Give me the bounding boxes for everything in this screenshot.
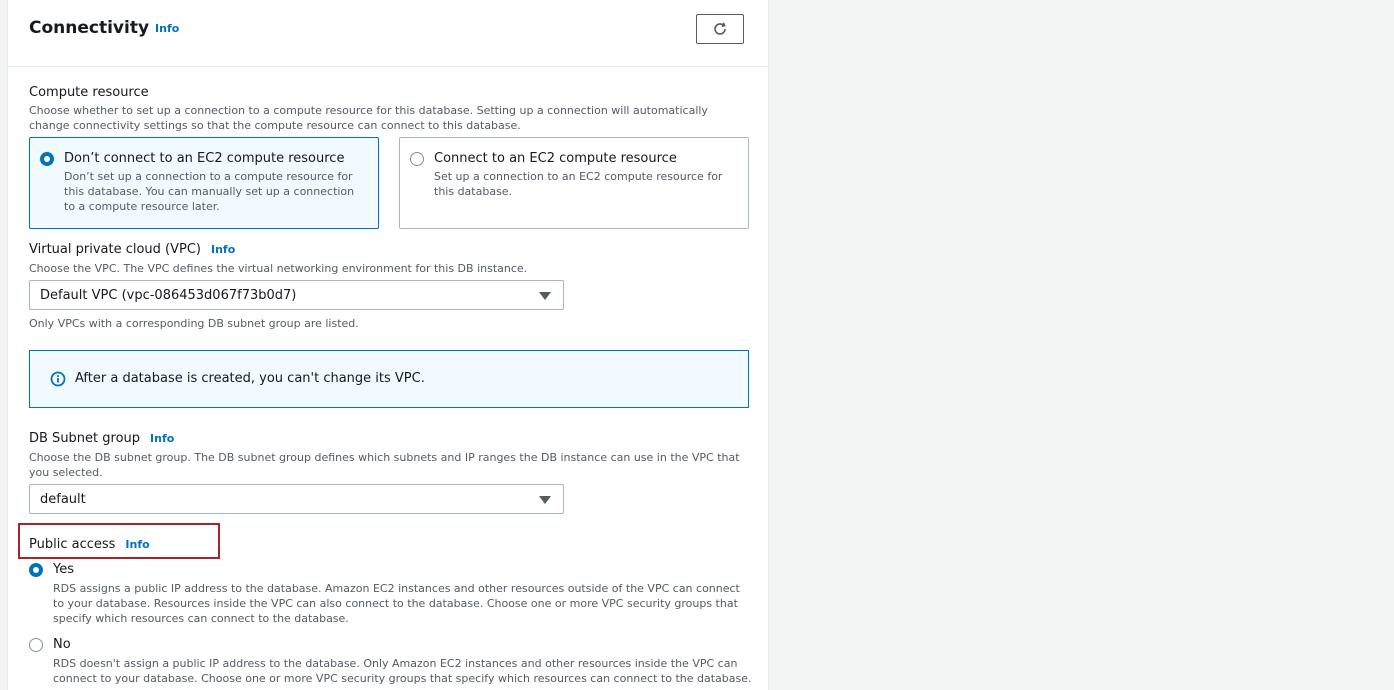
tile-no-ec2-title: Don’t connect to an EC2 compute resource	[64, 151, 345, 166]
vpc-info-alert: After a database is created, you can't c…	[29, 350, 749, 408]
vpc-info-link[interactable]: Info	[211, 243, 235, 256]
subnet-label: DB Subnet group Info	[29, 431, 174, 446]
radio-public-no[interactable]	[29, 638, 43, 652]
refresh-icon	[714, 22, 726, 35]
radio-no-ec2[interactable]	[40, 152, 54, 166]
public-access-label-text: Public access	[29, 537, 116, 552]
section-header: Connectivity Info	[8, 0, 768, 67]
vpc-select[interactable]: Default VPC (vpc-086453d067f73b0d7)	[29, 280, 564, 310]
public-yes-title[interactable]: Yes	[53, 562, 74, 577]
public-yes-description: RDS assigns a public IP address to the d…	[53, 582, 740, 625]
tile-no-ec2-description: Don’t set up a connection to a compute r…	[64, 170, 355, 213]
tile-connect-ec2-title: Connect to an EC2 compute resource	[434, 151, 677, 166]
subnet-info-link[interactable]: Info	[150, 432, 174, 445]
public-access-label: Public access Info	[29, 537, 150, 552]
vpc-label-text: Virtual private cloud (VPC)	[29, 242, 201, 257]
tile-no-ec2[interactable]: Don’t connect to an EC2 compute resource…	[29, 137, 379, 229]
public-no-description: RDS doesn't assign a public IP address t…	[53, 657, 752, 685]
subnet-select[interactable]: default	[29, 484, 564, 514]
vpc-select-value: Default VPC (vpc-086453d067f73b0d7)	[40, 288, 297, 303]
vpc-label: Virtual private cloud (VPC) Info	[29, 242, 235, 257]
public-no-title[interactable]: No	[53, 637, 71, 652]
caret-down-icon	[539, 496, 551, 504]
public-access-info-link[interactable]: Info	[125, 538, 149, 551]
tile-connect-ec2-description: Set up a connection to an EC2 compute re…	[434, 170, 723, 198]
subnet-select-value: default	[40, 492, 86, 507]
compute-resource-label: Compute resource	[29, 85, 149, 100]
subnet-description: Choose the DB subnet group. The DB subne…	[29, 451, 740, 479]
compute-resource-description: Choose whether to set up a connection to…	[29, 104, 708, 132]
section-info-link[interactable]: Info	[155, 22, 179, 35]
info-icon	[50, 371, 66, 387]
section-title-text: Connectivity	[29, 18, 150, 38]
radio-public-yes[interactable]	[29, 563, 43, 577]
section-title: Connectivity Info	[29, 18, 179, 38]
subnet-label-text: DB Subnet group	[29, 431, 141, 446]
radio-connect-ec2[interactable]	[410, 152, 424, 166]
refresh-button[interactable]	[696, 14, 744, 44]
vpc-description: Choose the VPC. The VPC defines the virt…	[29, 262, 528, 275]
alert-text: After a database is created, you can't c…	[75, 371, 425, 386]
tile-connect-ec2[interactable]: Connect to an EC2 compute resource Set u…	[399, 137, 749, 229]
vpc-hint: Only VPCs with a corresponding DB subnet…	[29, 317, 359, 330]
connectivity-panel: Connectivity Info Compute resource Choose…	[7, 0, 769, 690]
caret-down-icon	[539, 292, 551, 300]
